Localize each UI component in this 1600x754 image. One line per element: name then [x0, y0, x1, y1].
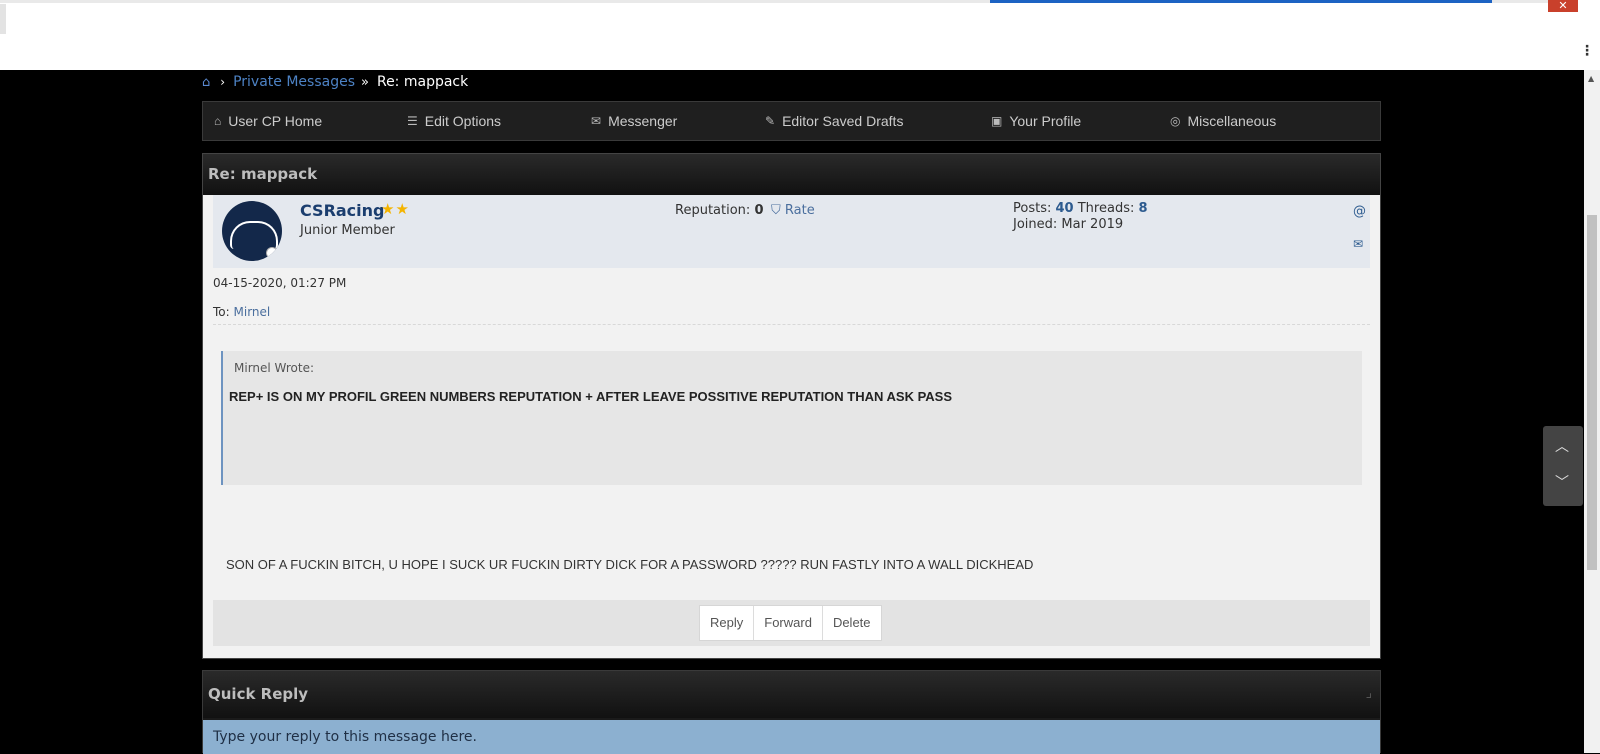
breadcrumb-current: Re: mappack — [376, 74, 469, 90]
breadcrumb-private-messages[interactable]: Private Messages — [233, 74, 355, 90]
breadcrumb: ⌂ › Private Messages » Re: mappack — [202, 72, 468, 92]
rate-button[interactable]: ⛉ Rate — [771, 203, 815, 218]
window-close-icon[interactable]: ✕ — [1548, 0, 1578, 12]
recipient-link[interactable]: Mirnel — [234, 305, 271, 319]
nav-edit-options[interactable]: ☰ Edit Options — [407, 102, 501, 140]
envelope-icon[interactable]: ✉ — [1353, 237, 1363, 251]
scrollbar-thumb[interactable] — [1587, 215, 1597, 570]
private-message-panel: Re: mappack CSRacing ★★ Junior Member Re… — [202, 153, 1381, 659]
quote-text: REP+ IS ON MY PROFIL GREEN NUMBERS REPUT… — [229, 389, 953, 404]
reputation: Reputation: 0 — [675, 203, 763, 218]
target-icon: ◎ — [1170, 114, 1181, 128]
message-actions-bar: Reply Forward Delete — [213, 600, 1370, 646]
shield-heart-icon: ⛉ — [771, 203, 781, 218]
profile-card-icon: ▣ — [991, 114, 1003, 128]
threads-label: Threads: — [1077, 201, 1135, 216]
message-body: SON OF A FUCKIN BITCH, U HOPE I SUCK UR … — [226, 557, 1034, 572]
quote-author: Mirnel Wrote: — [234, 361, 315, 375]
reputation-value[interactable]: 0 — [754, 203, 763, 218]
recipient-label: To: — [213, 305, 230, 319]
nav-messenger[interactable]: ✉ Messenger — [591, 102, 677, 140]
nav-miscellaneous[interactable]: ◎ Miscellaneous — [1170, 102, 1276, 140]
at-icon[interactable]: @ — [1353, 204, 1366, 219]
nav-your-profile[interactable]: ▣ Your Profile — [991, 102, 1081, 140]
author-username[interactable]: CSRacing — [300, 201, 385, 220]
home-icon[interactable]: ⌂ — [202, 75, 210, 90]
posts-label: Posts: — [1013, 201, 1052, 216]
scroll-up-arrow-icon[interactable]: ▲ — [1588, 74, 1594, 83]
page-scrollbar[interactable]: ▲ — [1584, 70, 1600, 753]
quick-reply-title: Quick Reply — [203, 671, 1380, 718]
window-edge — [0, 4, 6, 34]
breadcrumb-separator-icon: › — [220, 75, 226, 89]
nav-label: User CP Home — [228, 113, 323, 129]
nav-label: Your Profile — [1009, 113, 1082, 129]
author-joined-date: Joined: Mar 2019 — [1013, 217, 1124, 232]
scroll-to-buttons: ︿ ﹀ — [1543, 426, 1583, 506]
author-usertitle: Junior Member — [300, 223, 395, 238]
breadcrumb-double-chevron-icon: » — [361, 74, 369, 90]
posts-value[interactable]: 40 — [1056, 201, 1074, 216]
nav-editor-saved-drafts[interactable]: ✎ Editor Saved Drafts — [765, 102, 903, 140]
threads-value[interactable]: 8 — [1138, 201, 1147, 216]
nav-label: Editor Saved Drafts — [782, 113, 904, 129]
divider — [213, 324, 1370, 325]
scroll-top-chevron-up-icon[interactable]: ︿ — [1555, 436, 1569, 456]
nav-user-cp-home[interactable]: ⌂ User CP Home — [214, 102, 322, 140]
reply-button[interactable]: Reply — [700, 606, 755, 640]
browser-chrome: ✕ ⋮ — [0, 0, 1600, 70]
delete-button[interactable]: Delete — [823, 606, 881, 640]
scroll-bottom-chevron-down-icon[interactable]: ﹀ — [1555, 472, 1569, 492]
quick-reply-input[interactable]: Type your reply to this message here. — [203, 720, 1380, 754]
quick-reply-panel: Quick Reply ⌟ Type your reply to this me… — [202, 670, 1381, 754]
home-outline-icon: ⌂ — [214, 114, 222, 128]
message-recipient: To: Mirnel — [213, 305, 270, 319]
message-date: 04-15-2020, 01:27 PM — [213, 276, 347, 290]
forward-button[interactable]: Forward — [754, 606, 823, 640]
rank-stars-icon: ★★ — [381, 200, 410, 218]
window-title-strip — [990, 0, 1492, 3]
edit-square-icon: ✎ — [765, 114, 776, 128]
rate-label: Rate — [784, 203, 815, 218]
nav-label: Miscellaneous — [1187, 113, 1277, 129]
avatar-car-graphic — [230, 221, 278, 249]
collapse-icon[interactable]: ⌟ — [1365, 685, 1372, 701]
envelope-icon: ✉ — [591, 114, 602, 128]
browser-menu-icon[interactable]: ⋮ — [1580, 44, 1594, 58]
quote-block: Mirnel Wrote: REP+ IS ON MY PROFIL GREEN… — [221, 351, 1362, 485]
author-post-stats: Posts: 40 Threads: 8 — [1013, 201, 1148, 216]
reputation-label: Reputation: — [675, 203, 751, 218]
message-title: Re: mappack — [203, 154, 1380, 195]
author-info: CSRacing ★★ Junior Member Reputation: 0 … — [213, 195, 1370, 268]
nav-label: Edit Options — [424, 113, 502, 129]
offline-status-dot — [266, 247, 278, 259]
nav-label: Messenger — [608, 113, 678, 129]
sliders-icon: ☰ — [407, 114, 418, 128]
avatar[interactable] — [222, 201, 282, 261]
usercp-navbar: ⌂ User CP Home ☰ Edit Options ✉ Messenge… — [202, 101, 1381, 141]
message-action-buttons: Reply Forward Delete — [699, 605, 882, 641]
